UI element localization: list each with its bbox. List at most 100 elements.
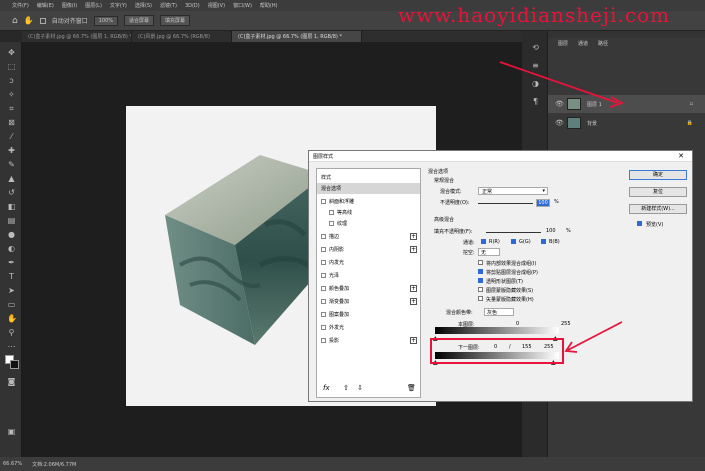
magic-wand-tool-icon[interactable]: ✧ xyxy=(7,90,16,99)
style-item-outer-glow[interactable]: 外发光 xyxy=(317,322,420,333)
screen-mode-icon[interactable]: ▣ xyxy=(7,427,16,436)
dialog-title-bar[interactable]: 图层样式 xyxy=(309,151,692,162)
menu-window[interactable]: 窗口(W) xyxy=(233,2,252,9)
style-item-styles[interactable]: 样式 xyxy=(317,172,420,183)
this-layer-gradient[interactable] xyxy=(435,327,559,334)
tab-channels[interactable]: 通道 xyxy=(578,40,588,47)
add-color-overlay-plus-icon[interactable]: + xyxy=(410,285,417,292)
visibility-eye-icon[interactable]: 👁 xyxy=(555,100,564,108)
properties-panel-icon[interactable]: ≡ xyxy=(531,61,540,70)
zoom-level[interactable]: 66.67% xyxy=(3,461,22,467)
quick-mask-icon[interactable]: ◙ xyxy=(7,377,16,386)
adv-checkbox-3[interactable] xyxy=(478,278,483,283)
style-item-inner-shadow[interactable]: 内阴影 + xyxy=(317,244,420,255)
adv-checkbox-2[interactable] xyxy=(478,269,483,274)
healing-tool-icon[interactable]: ✚ xyxy=(7,146,16,155)
blend-if-select[interactable]: 灰色 xyxy=(484,308,514,316)
style-checkbox[interactable] xyxy=(321,234,326,239)
fill-opacity-value[interactable]: 100 xyxy=(546,228,556,234)
channel-r-checkbox[interactable] xyxy=(481,239,486,244)
close-icon[interactable]: ✕ xyxy=(670,151,692,162)
style-item-gradient-overlay[interactable]: 渐变叠加 + xyxy=(317,296,420,307)
history-brush-tool-icon[interactable]: ↺ xyxy=(7,188,16,197)
tab-doc-2[interactable]: (C)风景.jpg @ 66.7% (RGB/8) xyxy=(132,31,232,42)
home-icon[interactable]: ⌂ xyxy=(12,16,18,26)
brush-tool-icon[interactable]: ✎ xyxy=(7,160,16,169)
menu-view[interactable]: 视图(V) xyxy=(208,2,225,9)
channel-b-checkbox[interactable] xyxy=(541,239,546,244)
menu-edit[interactable]: 编辑(E) xyxy=(37,2,54,9)
style-checkbox[interactable] xyxy=(321,299,326,304)
style-checkbox[interactable] xyxy=(321,247,326,252)
lasso-tool-icon[interactable]: ↄ xyxy=(7,76,16,85)
adv-checkbox-4[interactable] xyxy=(478,287,483,292)
gradient-tool-icon[interactable]: ▤ xyxy=(7,216,16,225)
tab-layers[interactable]: 图层 xyxy=(558,40,568,47)
blur-tool-icon[interactable]: ● xyxy=(7,230,16,239)
eyedropper-tool-icon[interactable]: ⁄ xyxy=(7,132,16,141)
move-down-icon[interactable]: ⇩ xyxy=(357,384,363,392)
menu-3d[interactable]: 3D(D) xyxy=(185,3,200,9)
stamp-tool-icon[interactable]: ▲ xyxy=(7,174,16,183)
fill-opacity-slider[interactable] xyxy=(486,232,541,233)
style-item-inner-glow[interactable]: 内发光 xyxy=(317,257,420,268)
type-tool-icon[interactable]: T xyxy=(7,272,16,281)
eraser-tool-icon[interactable]: ◧ xyxy=(7,202,16,211)
reset-button[interactable]: 复位 xyxy=(629,187,687,197)
style-checkbox[interactable] xyxy=(321,338,326,343)
layer-row[interactable]: 👁 图层 1 ▫ xyxy=(548,95,705,113)
style-checkbox[interactable] xyxy=(321,273,326,278)
auto-select-checkbox[interactable] xyxy=(39,17,46,24)
add-drop-shadow-plus-icon[interactable]: + xyxy=(410,337,417,344)
crop-tool-icon[interactable]: ⌗ xyxy=(7,104,16,113)
opacity-input[interactable]: 100 xyxy=(536,199,550,207)
opacity-slider[interactable] xyxy=(478,203,533,204)
paragraph-panel-icon[interactable]: ¶ xyxy=(531,97,540,106)
layer-row[interactable]: 👁 背景 🔒 xyxy=(548,114,705,132)
shape-tool-icon[interactable]: ▭ xyxy=(7,300,16,309)
adv-checkbox-1[interactable] xyxy=(478,260,483,265)
style-item-texture[interactable]: 纹理 xyxy=(317,218,420,229)
style-checkbox[interactable] xyxy=(321,325,326,330)
visibility-eye-icon[interactable]: 👁 xyxy=(555,119,564,127)
style-item-contour[interactable]: 等高线 xyxy=(317,207,420,218)
marquee-tool-icon[interactable]: ⬚ xyxy=(7,62,16,71)
tab-doc-1[interactable]: (C)盒子素材.jpg @ 66.7% (图层 1, RGB/8) * xyxy=(22,31,132,42)
preview-checkbox[interactable] xyxy=(637,221,642,226)
style-item-stroke[interactable]: 描边 + xyxy=(317,231,420,242)
style-checkbox[interactable] xyxy=(321,260,326,265)
menu-help[interactable]: 帮助(H) xyxy=(260,2,278,9)
menu-image[interactable]: 图像(I) xyxy=(62,2,77,9)
history-panel-icon[interactable]: ⟲ xyxy=(531,43,540,52)
frame-tool-icon[interactable]: ⊠ xyxy=(7,118,16,127)
fx-indicator-icon[interactable]: ▫ xyxy=(690,101,693,107)
ok-button[interactable]: 确定 xyxy=(629,170,687,180)
style-item-pattern-overlay[interactable]: 图案叠加 xyxy=(317,309,420,320)
fx-icon[interactable]: fx xyxy=(323,384,330,392)
menu-layer[interactable]: 图层(L) xyxy=(85,2,102,9)
pen-tool-icon[interactable]: ✒ xyxy=(7,258,16,267)
tab-doc-3[interactable]: (C)盒子素材.jpg @ 66.7% (图层 1, RGB/8) * xyxy=(232,31,362,42)
path-select-tool-icon[interactable]: ➤ xyxy=(7,286,16,295)
move-tool-icon[interactable]: ✥ xyxy=(7,48,16,57)
style-item-bevel[interactable]: 斜面和浮雕 xyxy=(317,196,420,207)
move-up-icon[interactable]: ⇧ xyxy=(343,384,349,392)
style-item-color-overlay[interactable]: 颜色叠加 + xyxy=(317,283,420,294)
style-checkbox[interactable] xyxy=(321,312,326,317)
adv-checkbox-5[interactable] xyxy=(478,296,483,301)
blend-mode-select[interactable]: 正常 ▾ xyxy=(478,187,548,195)
style-checkbox[interactable] xyxy=(321,199,326,204)
style-checkbox[interactable] xyxy=(329,221,334,226)
tab-paths[interactable]: 路径 xyxy=(598,40,608,47)
menu-file[interactable]: 文件(F) xyxy=(12,2,29,9)
new-style-button[interactable]: 新建样式(W)... xyxy=(629,204,687,214)
more-tools-icon[interactable]: ⋯ xyxy=(7,342,16,351)
fill-screen-button[interactable]: 填充屏幕 xyxy=(160,15,191,26)
style-item-drop-shadow[interactable]: 投影 + xyxy=(317,335,420,346)
add-stroke-plus-icon[interactable]: + xyxy=(410,233,417,240)
menu-filter[interactable]: 滤镜(T) xyxy=(160,2,177,9)
zoom-100-button[interactable]: 100% xyxy=(93,15,118,26)
channel-g-checkbox[interactable] xyxy=(511,239,516,244)
adjustments-panel-icon[interactable]: ◑ xyxy=(531,79,540,88)
menu-type[interactable]: 文字(Y) xyxy=(110,2,127,9)
